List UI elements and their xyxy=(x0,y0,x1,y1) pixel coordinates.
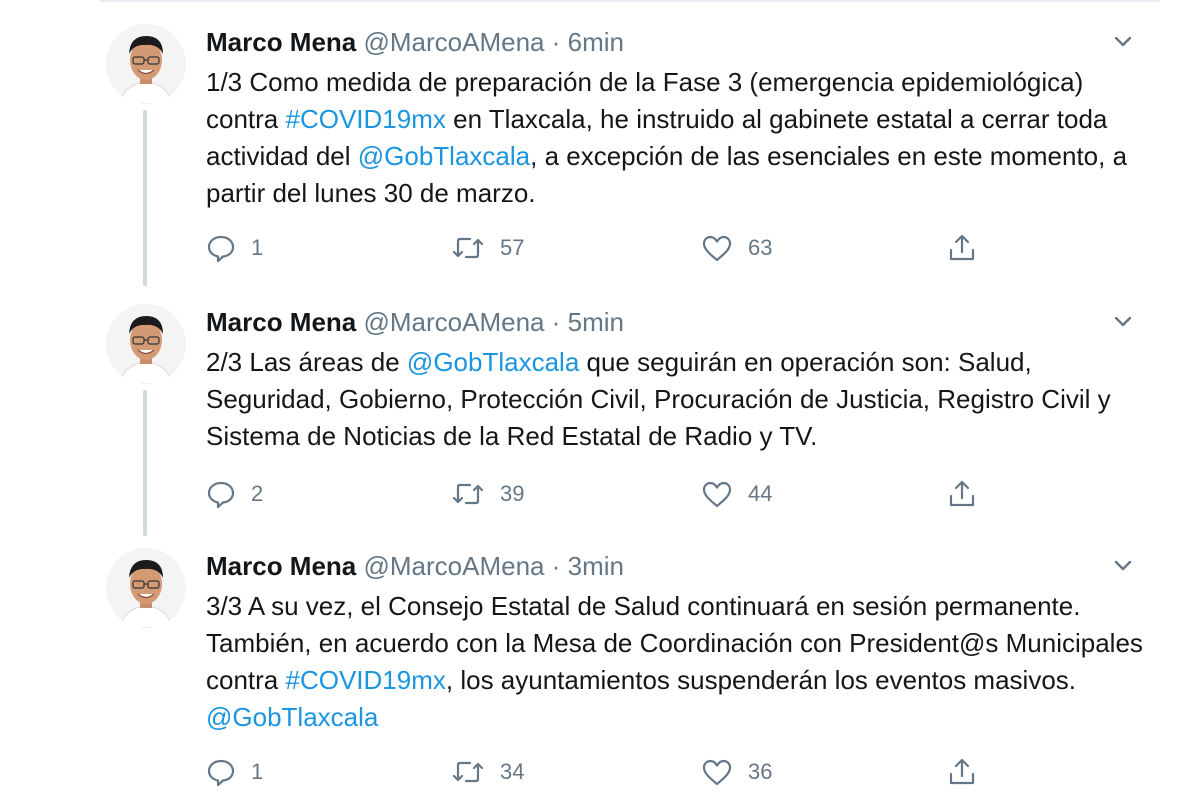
tweet-header: Marco Mena @MarcoAMena · 6min xyxy=(206,26,624,58)
share-icon xyxy=(946,756,978,788)
tweet-header: Marco Mena @MarcoAMena · 5min xyxy=(206,306,624,338)
reply-icon xyxy=(205,232,237,264)
action-bar: 1 57 63 xyxy=(0,228,1200,268)
author-handle[interactable]: @MarcoAMena xyxy=(364,27,545,57)
action-bar: 2 39 44 xyxy=(0,474,1200,514)
share-button[interactable] xyxy=(946,474,978,514)
tweet-text: 1/3 Como medida de preparación de la Fas… xyxy=(206,64,1156,212)
reply-icon xyxy=(205,756,237,788)
like-count: 44 xyxy=(748,481,773,506)
share-icon xyxy=(946,478,978,510)
hashtag-link[interactable]: #COVID19mx xyxy=(286,665,446,695)
retweet-icon xyxy=(450,756,486,788)
share-icon xyxy=(946,232,978,264)
like-count: 36 xyxy=(748,759,773,784)
chevron-down-icon[interactable] xyxy=(1108,306,1138,336)
tweet[interactable]: Marco Mena @MarcoAMena · 6min 1/3 Como m… xyxy=(0,16,1200,286)
chevron-down-icon[interactable] xyxy=(1108,26,1138,56)
mention-link[interactable]: @GobTlaxcala xyxy=(407,347,579,377)
retweet-count: 57 xyxy=(500,235,525,260)
mention-link[interactable]: @GobTlaxcala xyxy=(206,702,378,732)
retweet-button[interactable]: 39 xyxy=(450,474,524,514)
tweet-text-segment: , los ayuntamientos suspenderán los even… xyxy=(445,665,1077,695)
like-count: 63 xyxy=(748,235,773,260)
author-handle[interactable]: @MarcoAMena xyxy=(364,551,545,581)
like-icon xyxy=(700,756,734,788)
timestamp[interactable]: 5min xyxy=(568,307,624,337)
reply-count: 1 xyxy=(251,235,264,260)
share-button[interactable] xyxy=(946,752,978,792)
tweet[interactable]: Marco Mena @MarcoAMena · 3min 3/3 A su v… xyxy=(0,540,1200,800)
mention-link[interactable]: @GobTlaxcala xyxy=(358,141,530,171)
tweet-text: 2/3 Las áreas de @GobTlaxcala que seguir… xyxy=(206,344,1156,455)
tweet[interactable]: Marco Mena @MarcoAMena · 5min 2/3 Las ár… xyxy=(0,296,1200,532)
hashtag-link[interactable]: #COVID19mx xyxy=(286,104,446,134)
separator-dot: · xyxy=(551,307,561,337)
like-button[interactable]: 44 xyxy=(700,474,772,514)
author-name[interactable]: Marco Mena xyxy=(206,307,356,337)
avatar[interactable] xyxy=(106,24,186,104)
timestamp[interactable]: 6min xyxy=(568,27,624,57)
like-button[interactable]: 36 xyxy=(700,752,772,792)
author-name[interactable]: Marco Mena xyxy=(206,551,356,581)
retweet-button[interactable]: 34 xyxy=(450,752,524,792)
chevron-down-icon[interactable] xyxy=(1108,550,1138,580)
separator-dot: · xyxy=(551,551,561,581)
tweet-text: 3/3 A su vez, el Consejo Estatal de Salu… xyxy=(206,588,1156,736)
author-handle[interactable]: @MarcoAMena xyxy=(364,307,545,337)
timestamp[interactable]: 3min xyxy=(568,551,624,581)
separator-dot: · xyxy=(551,27,561,57)
retweet-count: 39 xyxy=(500,481,525,506)
share-button[interactable] xyxy=(946,228,978,268)
tweet-header: Marco Mena @MarcoAMena · 3min xyxy=(206,550,624,582)
avatar[interactable] xyxy=(106,304,186,384)
retweet-icon xyxy=(450,478,486,510)
tweet-thread: Marco Mena @MarcoAMena · 6min 1/3 Como m… xyxy=(0,0,1200,800)
tweet-text-segment: 2/3 Las áreas de xyxy=(206,347,407,377)
reply-button[interactable]: 2 xyxy=(205,474,263,514)
reply-count: 2 xyxy=(251,481,264,506)
author-name[interactable]: Marco Mena xyxy=(206,27,356,57)
reply-icon xyxy=(205,478,237,510)
like-icon xyxy=(700,478,734,510)
retweet-button[interactable]: 57 xyxy=(450,228,524,268)
reply-count: 1 xyxy=(251,759,264,784)
like-icon xyxy=(700,232,734,264)
action-bar: 1 34 36 xyxy=(0,752,1200,792)
avatar[interactable] xyxy=(106,548,186,628)
retweet-count: 34 xyxy=(500,759,525,784)
reply-button[interactable]: 1 xyxy=(205,752,263,792)
reply-button[interactable]: 1 xyxy=(205,228,263,268)
retweet-icon xyxy=(450,232,486,264)
like-button[interactable]: 63 xyxy=(700,228,772,268)
